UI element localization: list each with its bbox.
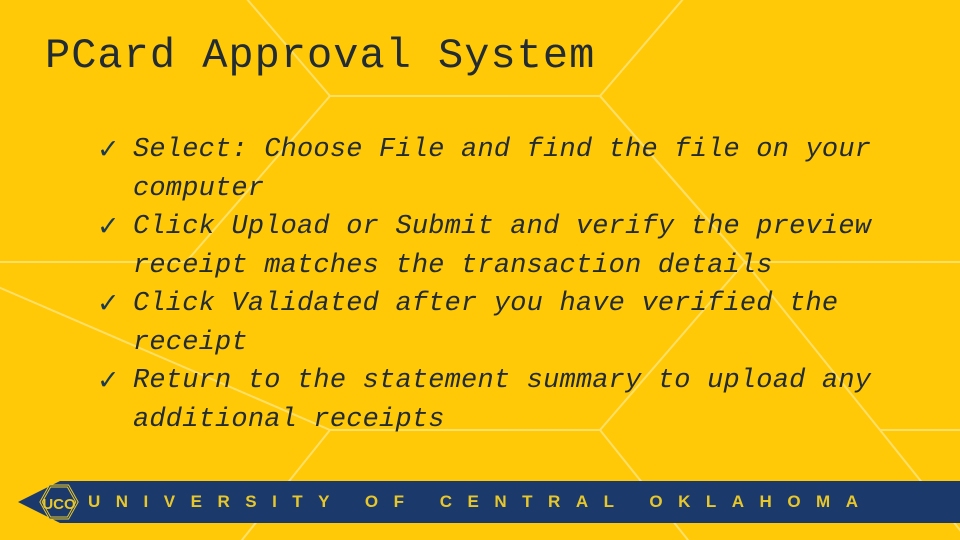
- checkmark-icon: ✓: [97, 365, 120, 396]
- checkmark-icon: ✓: [97, 288, 120, 319]
- list-item: ✓ Click Validated after you have verifie…: [97, 285, 943, 362]
- list-item-label: Return to the statement summary to uploa…: [133, 366, 872, 435]
- list-item-label: Click Upload or Submit and verify the pr…: [133, 212, 872, 281]
- page-title: PCard Approval System: [45, 32, 596, 80]
- list-item: ✓ Click Upload or Submit and verify the …: [97, 208, 943, 285]
- uco-logo-icon: UCO: [39, 484, 79, 520]
- checkmark-icon: ✓: [97, 211, 120, 242]
- checkmark-icon: ✓: [97, 134, 120, 165]
- uco-logo-text: UCO: [42, 496, 76, 513]
- list-item: ✓ Select: Choose File and find the file …: [97, 131, 943, 208]
- bullet-list: ✓ Select: Choose File and find the file …: [97, 131, 943, 439]
- list-item: ✓ Return to the statement summary to upl…: [97, 362, 943, 439]
- list-item-label: Select: Choose File and find the file on…: [133, 135, 872, 204]
- slide-canvas: PCard Approval System ✓ Select: Choose F…: [0, 0, 960, 540]
- footer-banner: UCO UNIVERSITY OF CENTRAL OKLAHOMA: [0, 481, 960, 523]
- footer-university-name: UNIVERSITY OF CENTRAL OKLAHOMA: [88, 492, 874, 511]
- list-item-label: Click Validated after you have verified …: [133, 289, 839, 358]
